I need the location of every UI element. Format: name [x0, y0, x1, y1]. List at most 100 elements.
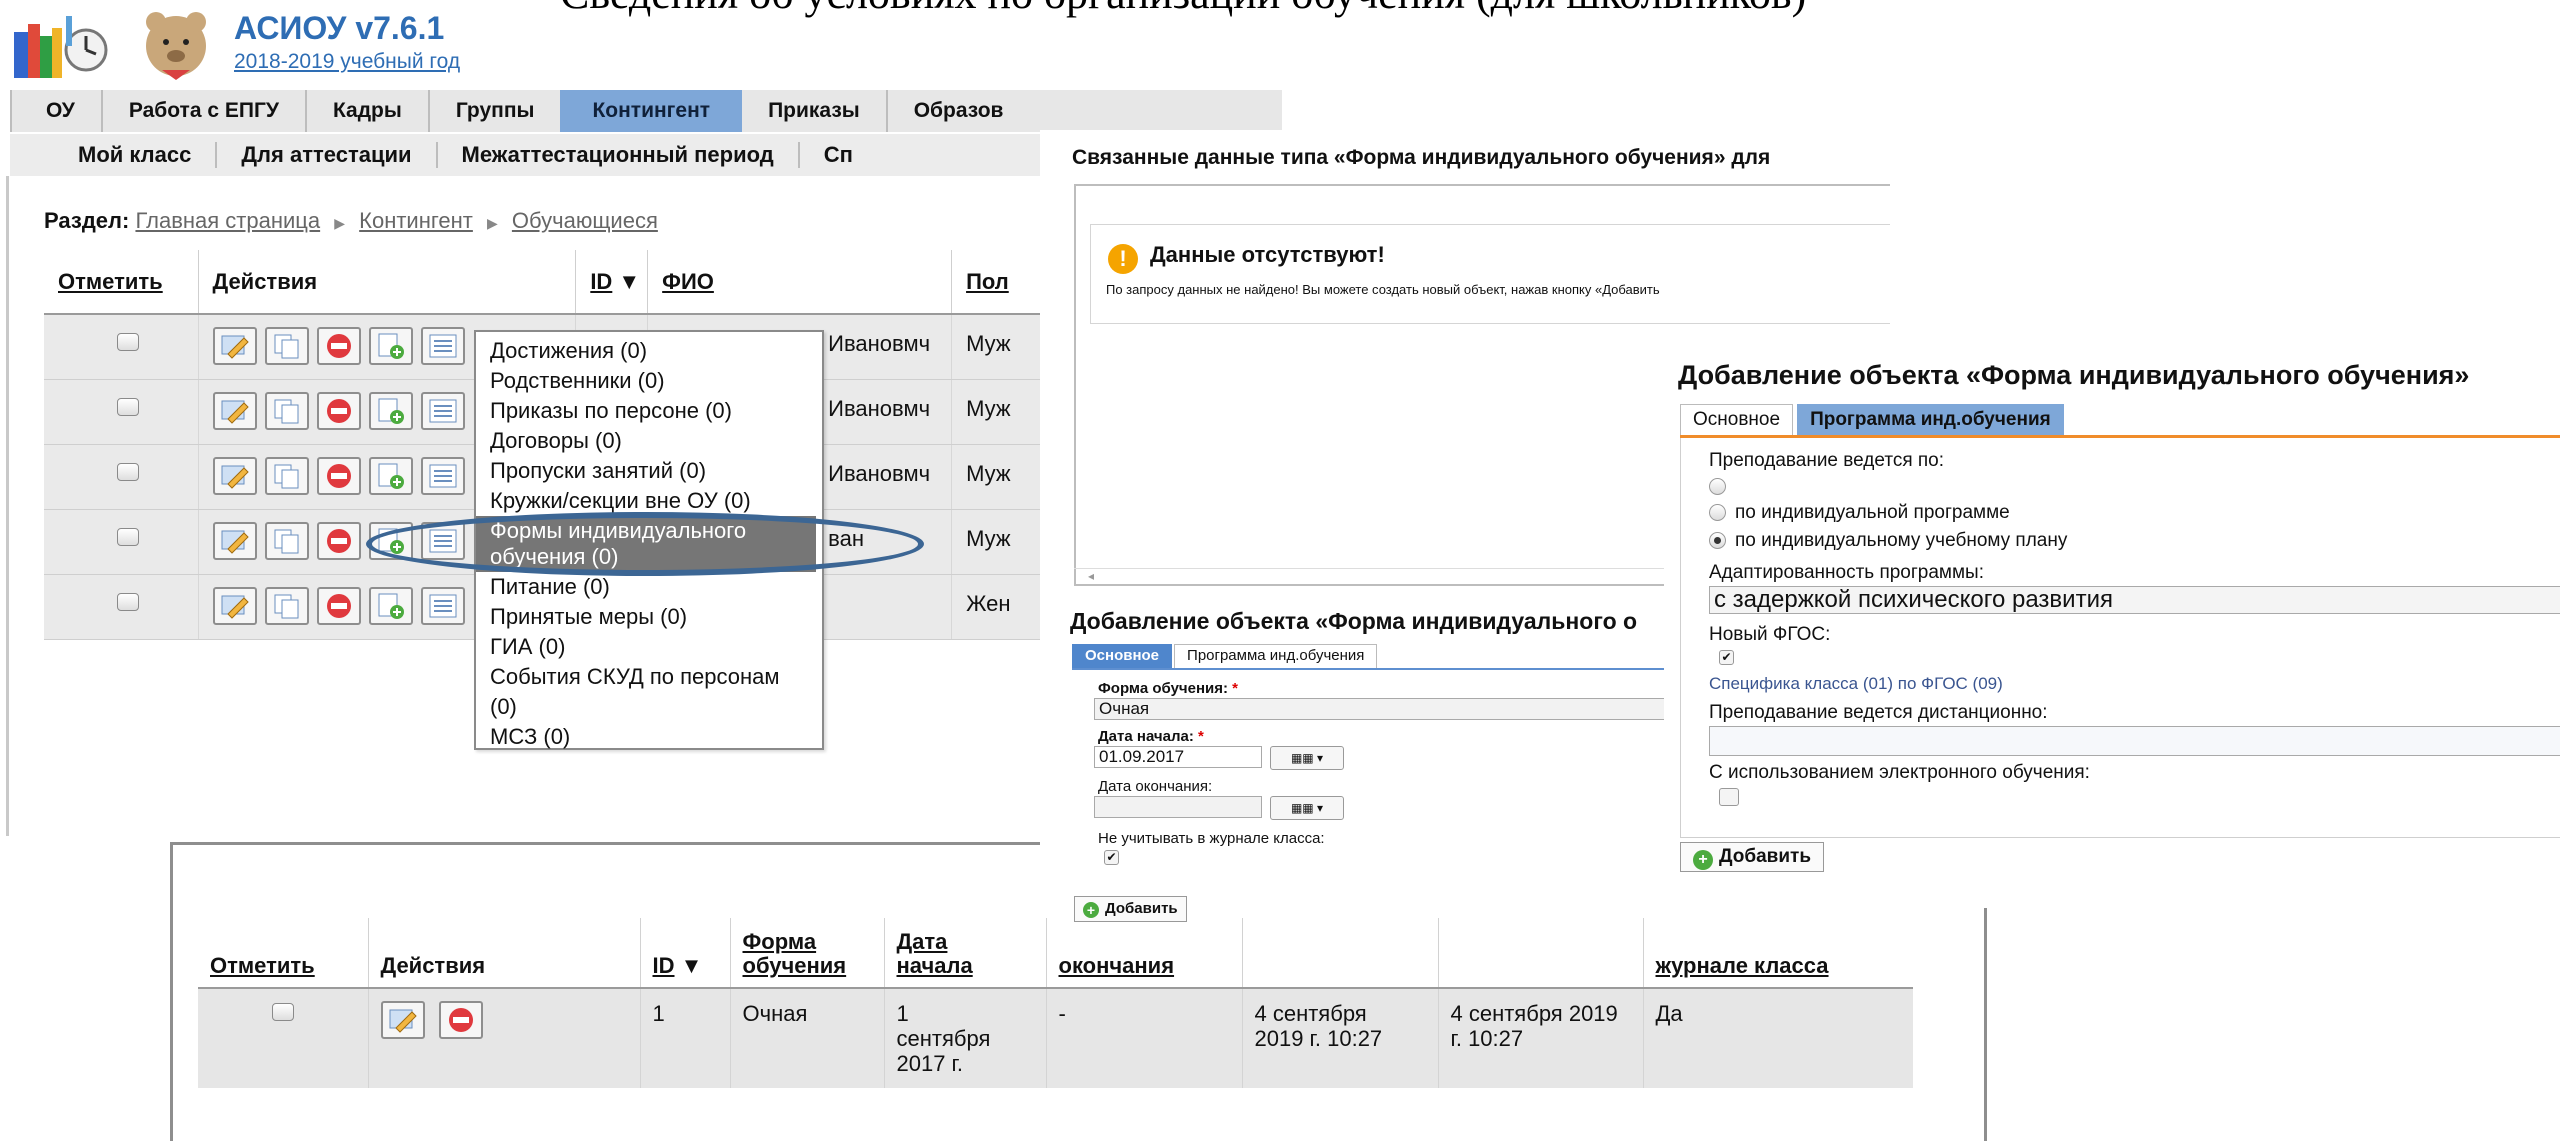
nav-item-ou[interactable]: ОУ [10, 90, 101, 132]
delete-icon[interactable] [438, 1001, 483, 1039]
elearning-checkbox[interactable] [1719, 788, 1739, 806]
radio-option-empty[interactable] [1709, 478, 1726, 495]
nav-item-epgu[interactable]: Работа с ЕПГУ [100, 90, 305, 132]
copy-icon[interactable] [264, 327, 309, 365]
delete-icon[interactable] [316, 391, 361, 430]
list-icon[interactable] [420, 586, 465, 625]
copy-icon[interactable] [264, 456, 309, 495]
column-journal[interactable]: журнале класса [1643, 918, 1913, 989]
nav-item-orders[interactable]: Приказы [742, 90, 886, 132]
tab-program[interactable]: Программа инд.обучения [1797, 404, 2064, 435]
edit-icon[interactable] [212, 456, 257, 495]
empty-data-notice [1090, 224, 1890, 324]
nav-item-staff[interactable]: Кадры [304, 90, 428, 132]
subnav-attestation[interactable]: Для аттестации [215, 142, 435, 168]
cell-sex: Муж [951, 379, 1044, 445]
fgos-checkbox[interactable]: ✔ [1719, 650, 1734, 665]
menu-item[interactable]: Достижения (0) [476, 336, 822, 366]
menu-item[interactable]: Питание (0) [476, 572, 822, 602]
subnav-my-class[interactable]: Мой класс [10, 142, 215, 168]
delete-icon[interactable] [316, 456, 361, 495]
edit-icon[interactable] [212, 391, 257, 430]
plus-icon: + [1693, 850, 1713, 870]
academic-year-link[interactable]: 2018-2019 учебный год [234, 50, 460, 74]
subnav-sp[interactable]: Сп [797, 142, 877, 168]
radio-option-individual-plan[interactable] [1709, 532, 1726, 549]
cell-journal: Да [1643, 988, 1913, 1088]
list-icon[interactable] [420, 456, 465, 495]
add-button[interactable]: + Добавить [1074, 896, 1187, 922]
tab-main[interactable]: Основное [1072, 644, 1173, 668]
add-button[interactable]: + Добавить [1680, 842, 1825, 872]
column-sex[interactable]: Пол [951, 250, 1044, 315]
calendar-icon[interactable]: ▦▦ ▾ [1270, 746, 1344, 770]
subnav-interattestation[interactable]: Межаттестационный период [435, 142, 798, 168]
page-left-border [6, 176, 9, 836]
nav-item-groups[interactable]: Группы [427, 90, 561, 132]
column-created[interactable] [1242, 918, 1439, 989]
menu-item[interactable]: Принятые меры (0) [476, 602, 822, 632]
column-id[interactable]: ID ▼ [575, 250, 649, 315]
column-id[interactable]: ID ▼ [640, 918, 731, 989]
add-document-icon[interactable] [368, 391, 413, 430]
list-icon[interactable] [420, 327, 465, 365]
nav-item-contingent[interactable]: Контингент [560, 90, 743, 132]
column-actions: Действия [198, 250, 577, 315]
column-mark[interactable]: Отметить [198, 918, 369, 989]
edit-icon[interactable] [212, 586, 257, 625]
add-document-icon[interactable] [368, 586, 413, 625]
list-icon[interactable] [420, 391, 465, 430]
cell-modified: 4 сентября 2019 г. 10:27 [1438, 988, 1644, 1088]
menu-item[interactable]: Приказы по персоне (0) [476, 396, 822, 426]
menu-item[interactable]: Пропуски занятий (0) [476, 456, 822, 486]
column-end[interactable]: окончания [1046, 918, 1243, 989]
add-document-icon[interactable] [368, 327, 413, 365]
copy-icon[interactable] [264, 586, 309, 625]
column-start[interactable]: Дата начала [884, 918, 1047, 989]
edit-icon[interactable] [380, 1001, 425, 1039]
add-document-icon[interactable] [368, 456, 413, 495]
adaptation-label: Адаптированность программы: [1709, 562, 1984, 583]
radio-option-individual-program[interactable] [1709, 504, 1726, 521]
breadcrumb-home[interactable]: Главная страница [135, 208, 320, 233]
cell-start: 1 сентября 2017 г. [884, 988, 1047, 1088]
breadcrumb-students[interactable]: Обучающиеся [512, 208, 658, 233]
remote-input[interactable] [1709, 726, 2560, 756]
menu-item[interactable]: МСЗ (0) [476, 722, 822, 752]
row-checkbox[interactable] [116, 527, 139, 546]
adaptation-select[interactable]: с задержкой психического развития [1709, 586, 2560, 614]
column-mark[interactable]: Отметить [44, 250, 199, 315]
cell-id: 1 [640, 988, 731, 1088]
row-checkbox[interactable] [116, 333, 139, 351]
remote-label: Преподавание ведется дистанционно: [1709, 702, 2048, 723]
column-fio[interactable]: ФИО [647, 250, 953, 315]
nav-item-education[interactable]: Образов [885, 90, 1030, 132]
copy-icon[interactable] [264, 391, 309, 430]
breadcrumb-contingent[interactable]: Контингент [359, 208, 473, 233]
column-modified[interactable] [1438, 918, 1644, 989]
row-checkbox[interactable] [116, 397, 139, 416]
journal-exclude-checkbox[interactable]: ✔ [1104, 850, 1119, 865]
calendar-icon[interactable]: ▦▦ ▾ [1270, 796, 1344, 820]
menu-item[interactable]: ГИА (0) [476, 632, 822, 662]
delete-icon[interactable] [316, 327, 361, 365]
start-date-input[interactable]: 01.09.2017 [1094, 746, 1262, 768]
delete-icon[interactable] [316, 521, 361, 560]
delete-icon[interactable] [316, 586, 361, 625]
app-logo [10, 6, 215, 84]
tab-main[interactable]: Основное [1680, 404, 1794, 435]
end-date-input[interactable] [1094, 796, 1262, 818]
column-form[interactable]: Форма обучения [730, 918, 885, 989]
menu-item[interactable]: Родственники (0) [476, 366, 822, 396]
cell-end: - [1046, 988, 1243, 1088]
edit-icon[interactable] [212, 327, 257, 365]
row-checkbox[interactable] [116, 592, 139, 611]
class-spec-link[interactable]: Специфика класса (01) по ФГОС (09) [1709, 674, 2003, 694]
tab-program[interactable]: Программа инд.обучения [1174, 644, 1378, 668]
row-checkbox[interactable] [116, 462, 139, 481]
menu-item[interactable]: Договоры (0) [476, 426, 822, 456]
copy-icon[interactable] [264, 521, 309, 560]
row-checkbox[interactable] [271, 1003, 294, 1021]
edit-icon[interactable] [212, 521, 257, 560]
menu-item[interactable]: События СКУД по персонам (0) [476, 662, 816, 722]
